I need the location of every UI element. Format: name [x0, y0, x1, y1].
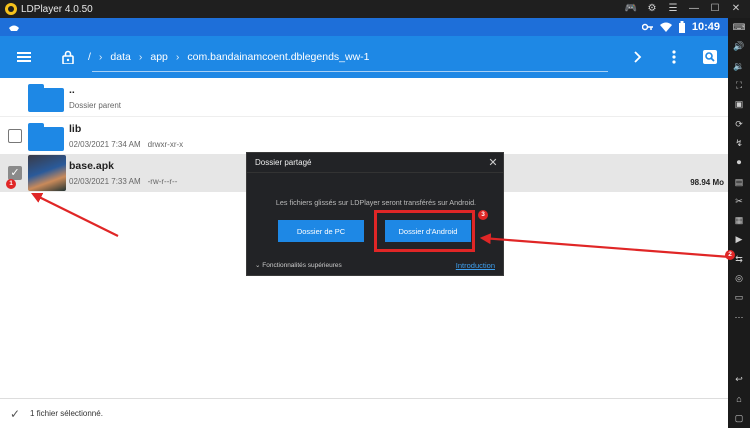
dialog-header: Dossier partagé ✕	[247, 153, 503, 173]
back-icon[interactable]: ↩	[728, 370, 750, 389]
pc-folder-button[interactable]: Dossier de PC	[278, 220, 364, 242]
window-title: LDPlayer 4.0.50	[21, 3, 93, 15]
file-name: ..	[69, 84, 75, 96]
file-checkbox[interactable]	[8, 128, 22, 143]
minimize-icon[interactable]: —	[688, 4, 700, 14]
emulator-titlebar: LDPlayer 4.0.50 🎮 ⚙ ☰ — ☐ ✕	[0, 0, 750, 18]
key-icon	[641, 23, 653, 31]
keyboard-icon[interactable]: ⌨	[728, 18, 750, 37]
selection-status: 1 fichier sélectionné.	[30, 409, 103, 418]
chevron-down-icon: ⌄	[255, 262, 261, 269]
advanced-features-label: Fonctionnalités supérieures	[262, 262, 342, 269]
toolbar-actions	[620, 36, 728, 78]
check-icon[interactable]: ✓	[0, 407, 30, 421]
record-icon[interactable]: ⏺	[728, 153, 750, 172]
folder-icon	[28, 120, 66, 152]
dialog-message: Les fichiers glissés sur LDPlayer seront…	[275, 198, 477, 207]
file-checkbox-checked[interactable]: ✓	[8, 166, 22, 180]
recents-icon[interactable]: ▢	[728, 409, 750, 428]
scissors-icon[interactable]: ✂	[728, 192, 750, 211]
annotation-badge-2: 2	[725, 250, 735, 260]
folder-icon	[28, 81, 66, 113]
breadcrumb: / › data › app › com.bandainamcoent.dble…	[88, 51, 370, 63]
breadcrumb-package[interactable]: com.bandainamcoent.dblegends_ww-1	[187, 51, 369, 63]
breadcrumb-root[interactable]: /	[88, 51, 91, 63]
location-icon[interactable]: ◎	[728, 269, 750, 288]
gamepad-icon[interactable]: 🎮	[625, 4, 637, 14]
file-date: Dossier parent	[69, 101, 122, 110]
file-permissions: -rw-r--r--	[147, 177, 178, 186]
forward-chevron-icon[interactable]	[620, 36, 656, 78]
file-permissions: drwxr-xr-x	[147, 139, 184, 149]
close-icon[interactable]: ✕	[483, 156, 503, 169]
macro-icon[interactable]: ▤	[728, 172, 750, 191]
annotation-badge-1: 1	[6, 179, 16, 189]
list-item-parent[interactable]: .. Dossier parent	[0, 78, 728, 116]
rotate-icon[interactable]: ⟳	[728, 114, 750, 133]
file-name: lib	[69, 122, 82, 135]
chevron-right-icon: ›	[175, 51, 180, 63]
file-name: base.apk	[69, 160, 114, 172]
chevron-right-icon: ›	[138, 51, 143, 63]
maximize-icon[interactable]: ☐	[709, 4, 721, 14]
search-icon[interactable]	[692, 36, 728, 78]
selection-bar: ✓ 1 fichier sélectionné.	[0, 398, 728, 428]
video-icon[interactable]: ▶	[728, 230, 750, 249]
file-size: 98.94 Mo	[690, 178, 724, 187]
annotation-highlight-box	[374, 210, 475, 252]
home-icon[interactable]: ⌂	[728, 389, 750, 408]
file-date: 02/03/2021 7:34 AM	[69, 139, 141, 149]
lock-icon[interactable]	[48, 50, 88, 64]
advanced-features-toggle[interactable]: ⌄ Fonctionnalités supérieures	[255, 261, 342, 269]
shake-icon[interactable]: ↯	[728, 134, 750, 153]
more-icon[interactable]: ⋯	[728, 307, 750, 326]
fullscreen-icon[interactable]: ⛶	[728, 76, 750, 95]
introduction-link[interactable]: Introduction	[456, 261, 495, 270]
statusbar-left	[0, 22, 20, 32]
ldplayer-window: LDPlayer 4.0.50 🎮 ⚙ ☰ — ☐ ✕ 10:49 / › da…	[0, 0, 750, 428]
chevron-right-icon: ›	[98, 51, 103, 63]
volume-up-icon[interactable]: 🔊	[728, 37, 750, 56]
android-statusbar: 10:49	[0, 18, 728, 36]
notification-icon	[9, 25, 19, 31]
apk-install-icon[interactable]: ▦	[728, 211, 750, 230]
settings-icon[interactable]: ⚙	[646, 4, 658, 14]
apk-app-icon	[28, 155, 66, 191]
annotation-badge-3: 3	[478, 210, 488, 220]
screenshot-icon[interactable]: ▣	[728, 95, 750, 114]
breadcrumb-app[interactable]: app	[150, 51, 168, 63]
emulator-sidebar: ⌨ 🔊 🔉 ⛶ ▣ ⟳ ↯ ⏺ ▤ ✂ ▦ ▶ ⇆ ◎ ▭ ⋯ ↩ ⌂ ▢	[728, 18, 750, 428]
list-item-lib[interactable]: lib 02/03/2021 7:34 AM drwxr-xr-x	[0, 116, 728, 154]
ldplayer-logo-icon	[5, 3, 17, 15]
volume-down-icon[interactable]: 🔉	[728, 57, 750, 76]
window-controls: 🎮 ⚙ ☰ — ☐ ✕	[625, 4, 750, 14]
clock: 10:49	[691, 21, 720, 33]
battery-icon	[678, 21, 685, 33]
statusbar-right: 10:49	[641, 21, 728, 33]
drawer-menu-icon[interactable]	[0, 51, 48, 63]
menu-icon[interactable]: ☰	[667, 4, 679, 14]
close-icon[interactable]: ✕	[730, 4, 742, 14]
breadcrumb-data[interactable]: data	[110, 51, 130, 63]
path-underline	[92, 71, 608, 72]
wifi-icon	[659, 22, 672, 32]
file-manager-toolbar: / › data › app › com.bandainamcoent.dble…	[0, 36, 728, 78]
dialog-title: Dossier partagé	[255, 158, 312, 167]
more-vert-icon[interactable]	[656, 36, 692, 78]
shared-folder-icon[interactable]: ▭	[728, 288, 750, 307]
file-date: 02/03/2021 7:33 AM	[69, 177, 141, 186]
